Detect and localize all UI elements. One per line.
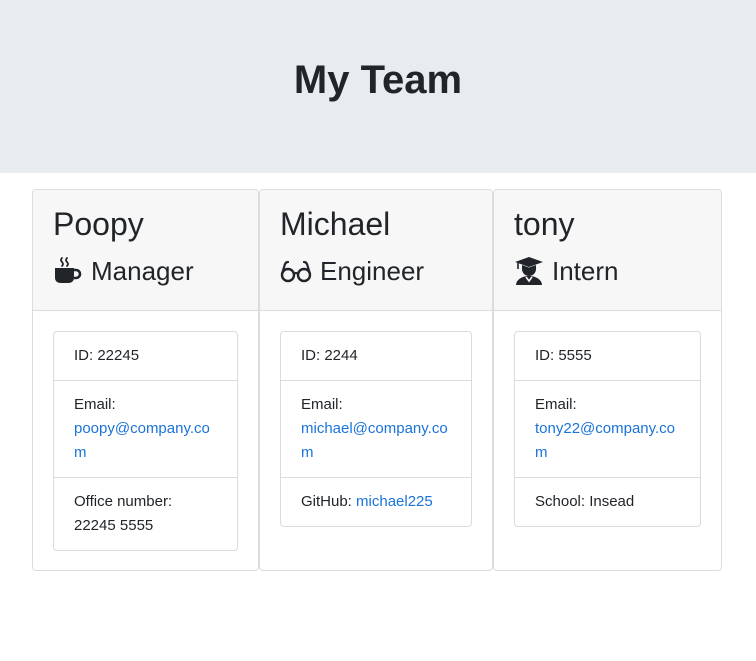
id-item: ID: 2244 [281,332,471,381]
employee-card-manager: Poopy Manager ID: 22245 Email: poopy@com… [32,189,259,571]
page-title: My Team [293,58,463,102]
employee-role: Manager [53,254,194,288]
employee-card-intern: tony Intern ID: 5555 Email: tony22@compa… [493,189,722,571]
jumbotron-header: My Team [0,0,756,173]
info-list: ID: 2244 Email: michael@company.com GitH… [280,331,472,527]
github-link[interactable]: michael225 [356,493,433,510]
graduate-icon [514,256,544,286]
email-item: Email: michael@company.com [281,381,471,478]
office-number-label: Office number: [74,493,173,510]
glasses-icon [280,256,312,286]
office-number-value: 22245 5555 [74,517,154,534]
school-value: Insead [589,493,635,510]
employee-name: Poopy [53,206,144,242]
employee-name: Michael [280,206,391,242]
office-number-item: Office number: 22245 5555 [54,478,237,550]
role-label: Engineer [320,256,425,286]
school-label: School: [535,493,590,510]
card-header: tony Intern [494,190,721,311]
email-item: Email: tony22@company.com [515,381,700,478]
email-link[interactable]: tony22@company.com [535,420,675,461]
card-header: Poopy Manager [33,190,258,311]
email-label: Email: [301,396,343,413]
employee-card-engineer: Michael Engineer ID: 2244 Email: michael… [259,189,493,571]
employee-role: Engineer [280,254,424,288]
coffee-icon [53,256,83,286]
id-item: ID: 22245 [54,332,237,381]
employee-role: Intern [514,254,619,288]
github-label: GitHub: [301,493,357,510]
email-link[interactable]: michael@company.com [301,420,448,461]
email-label: Email: [74,396,116,413]
email-link[interactable]: poopy@company.com [74,420,210,461]
github-item: GitHub: michael225 [281,478,471,526]
employee-name: tony [514,206,575,242]
role-label: Manager [91,256,194,286]
role-label: Intern [552,256,619,286]
email-label: Email: [535,396,577,413]
id-item: ID: 5555 [515,332,700,381]
info-list: ID: 22245 Email: poopy@company.com Offic… [53,331,238,551]
email-item: Email: poopy@company.com [54,381,237,478]
card-header: Michael Engineer [260,190,492,311]
info-list: ID: 5555 Email: tony22@company.com Schoo… [514,331,701,527]
school-item: School: Insead [515,478,700,526]
